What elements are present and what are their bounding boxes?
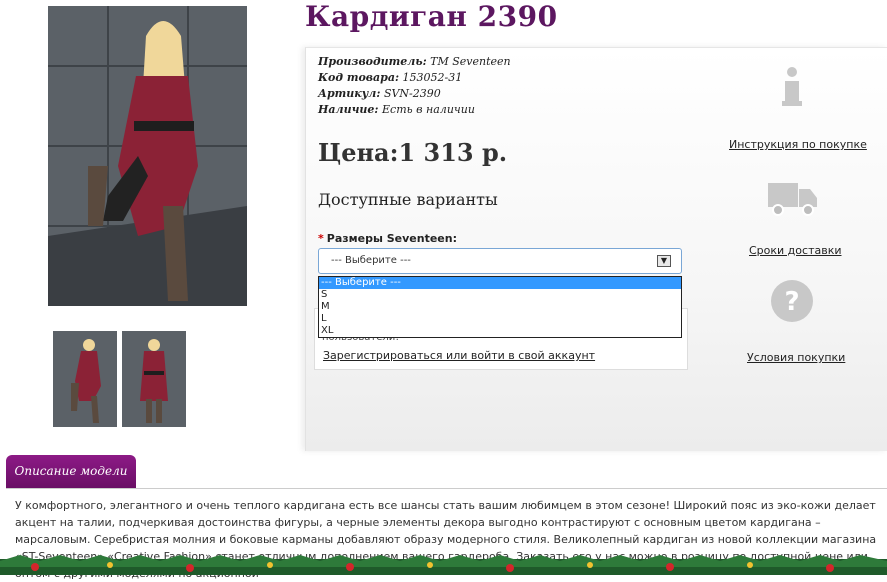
chevron-down-icon[interactable]: ▼ (657, 255, 671, 267)
purchase-instruction-link[interactable]: Инструкция по покупке (729, 138, 867, 151)
size-option[interactable]: S (319, 289, 681, 301)
truck-icon[interactable] (768, 177, 818, 221)
size-select-value: --- Выберите --- (331, 255, 411, 266)
svg-text:?: ? (784, 287, 799, 317)
question-icon[interactable]: ? (770, 279, 814, 327)
size-dropdown-list[interactable]: --- Выберите --- S M L XL (318, 276, 682, 338)
variants-heading: Доступные варианты (318, 190, 498, 209)
product-price: Цена:1 313 р. (318, 138, 508, 167)
meta-article: Артикул: SVN-2390 (318, 87, 441, 100)
size-option[interactable]: XL (319, 325, 681, 337)
size-select[interactable]: --- Выберите --- ▼ (318, 248, 682, 274)
size-option[interactable]: M (319, 301, 681, 313)
meta-availability: Наличие: Есть в наличии (318, 103, 475, 116)
size-option[interactable]: --- Выберите --- (319, 277, 681, 289)
tab-description[interactable]: Описание модели (6, 455, 136, 488)
product-main-image[interactable] (48, 6, 247, 306)
product-meta: Производитель: TM Seventeen Код товара: … (318, 54, 511, 118)
product-thumbnail-1[interactable] (53, 331, 117, 427)
required-mark: * (318, 232, 324, 245)
register-login-link[interactable]: Зарегистрироваться или войти в свой акка… (323, 349, 595, 362)
size-label: * Размеры Seventeen: (318, 232, 457, 245)
meta-manufacturer: Производитель: TM Seventeen (318, 55, 511, 68)
product-thumbnail-2[interactable] (122, 331, 186, 427)
garland-svg (0, 555, 887, 575)
delivery-terms-link[interactable]: Сроки доставки (749, 244, 842, 257)
product-title: Кардиган 2390 (305, 0, 558, 33)
size-option[interactable]: L (319, 313, 681, 325)
purchase-conditions-link[interactable]: Условия покупки (747, 351, 845, 364)
info-icon[interactable] (781, 66, 803, 112)
meta-product-code: Код товара: 153052-31 (318, 71, 463, 84)
christmas-garland-decoration (0, 553, 887, 575)
